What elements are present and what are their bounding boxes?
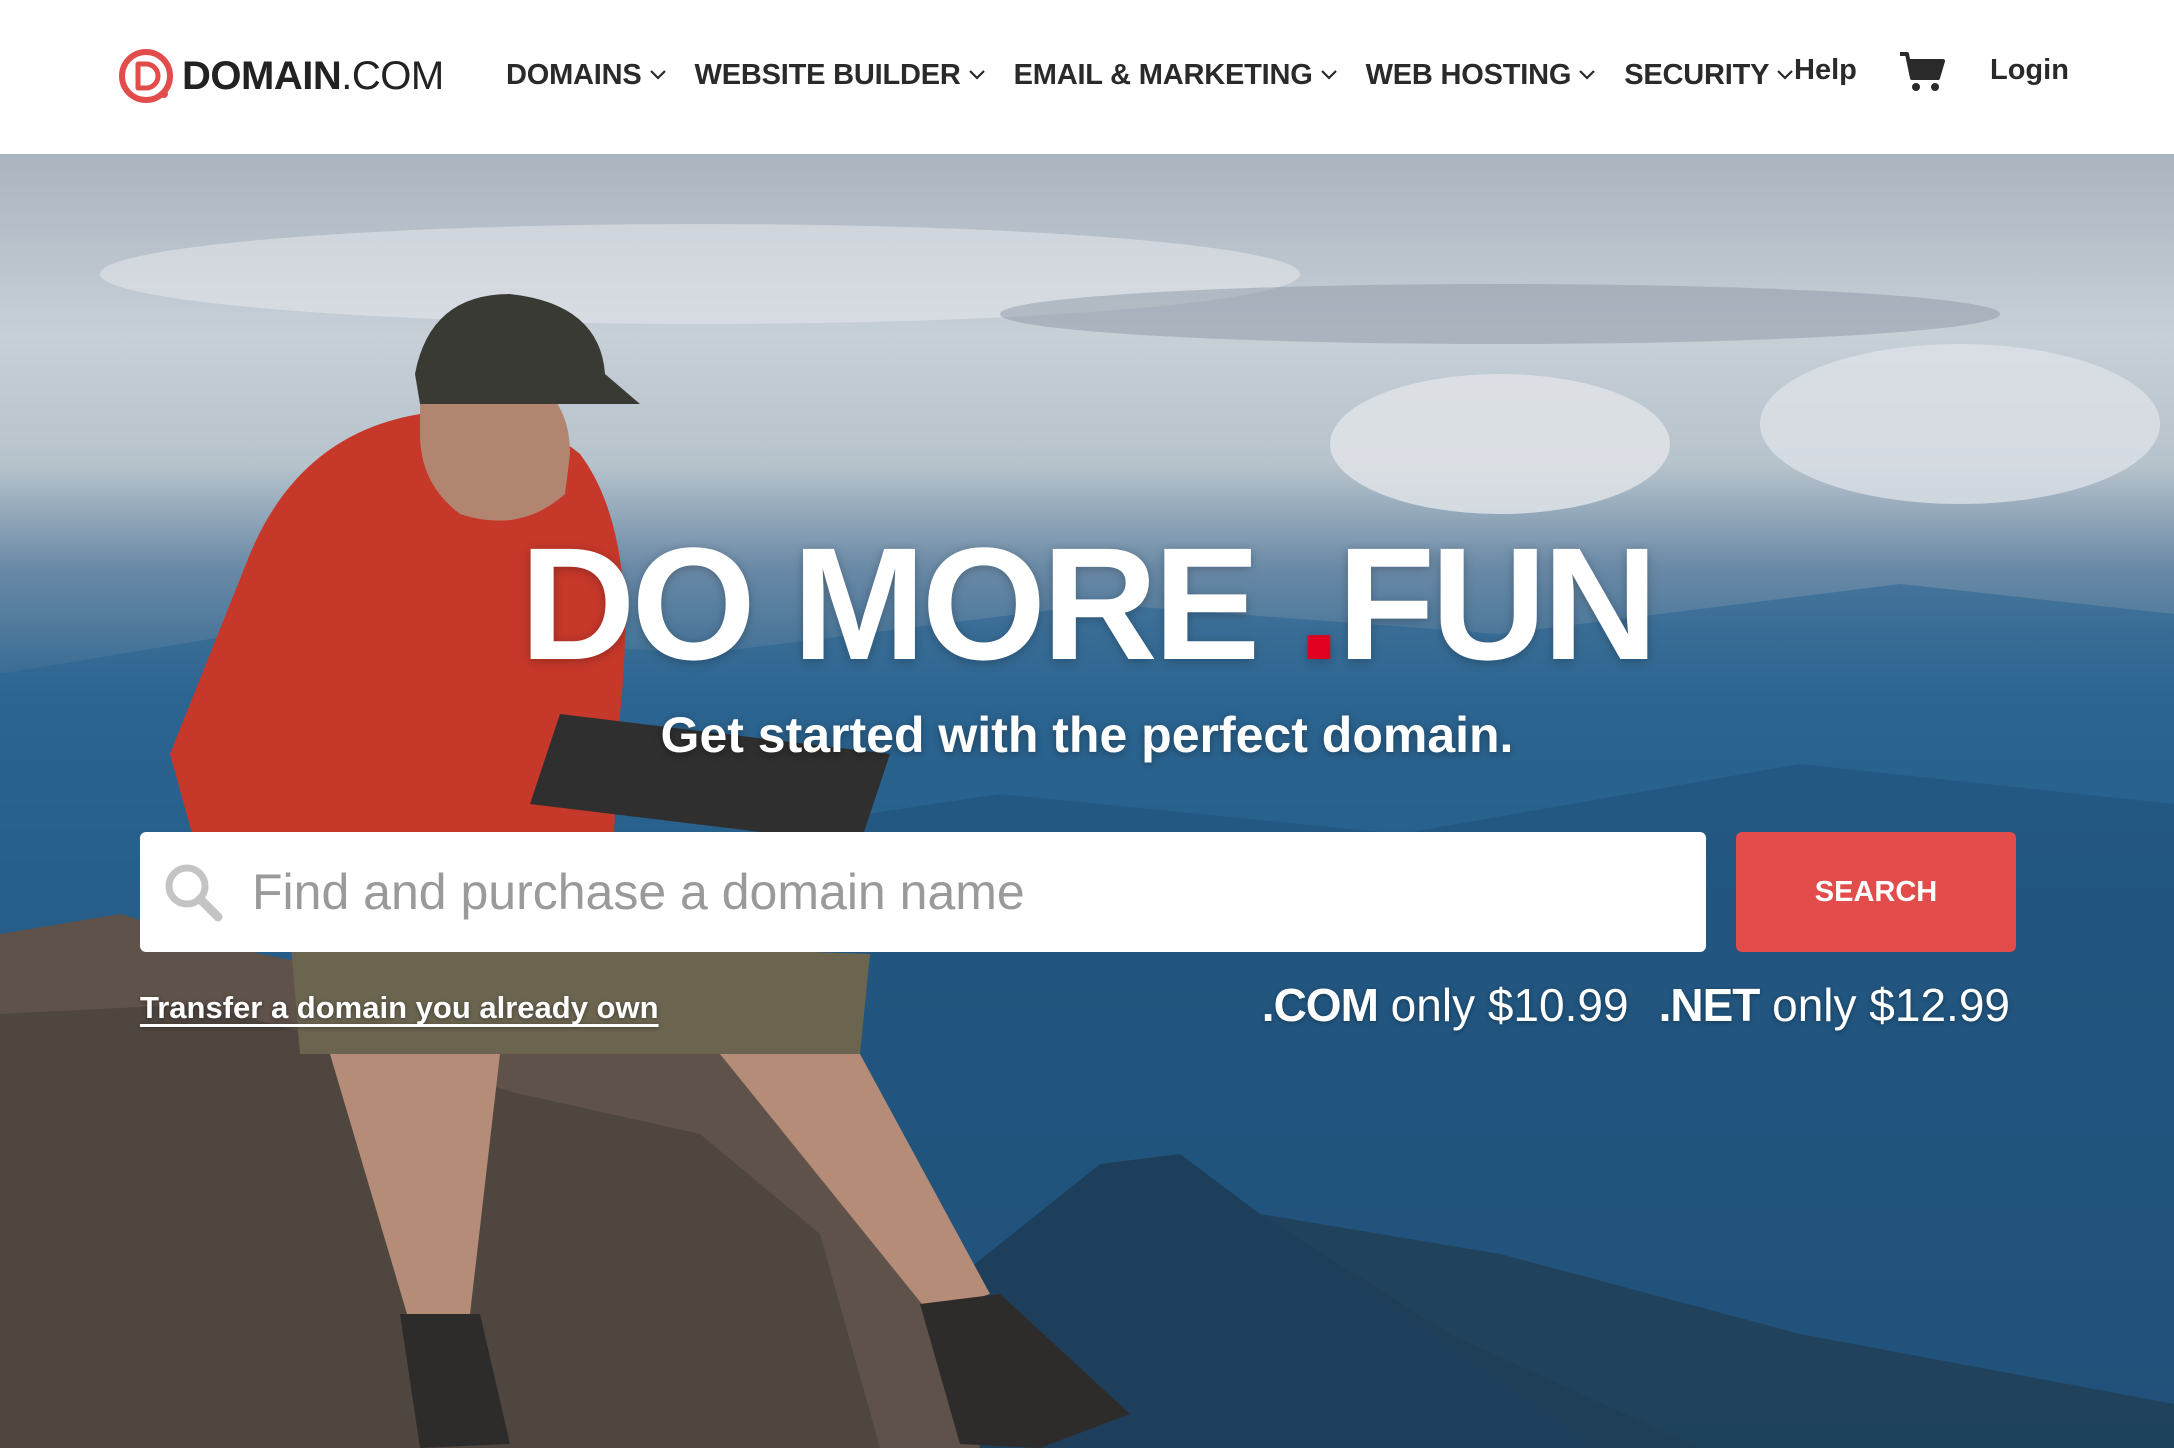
chevron-down-icon [968, 70, 985, 80]
domain-search-input[interactable] [252, 832, 1706, 952]
price-com-tld: .COM [1261, 979, 1379, 1031]
help-link[interactable]: Help [1794, 54, 1857, 87]
tld-prices: .COM only $10.99 .NET only $12.99 [1262, 978, 2010, 1032]
nav-email-marketing[interactable]: EMAIL & MARKETING [1014, 59, 1338, 92]
price-net-text: only $12.99 [1759, 979, 2010, 1031]
logo-wordmark-light: .COM [341, 53, 444, 98]
login-link[interactable]: Login [1990, 54, 2069, 87]
nav-email-marketing-label: EMAIL & MARKETING [1013, 58, 1313, 91]
price-com: .COM only $10.99 [1262, 979, 1629, 1031]
search-button[interactable]: SEARCH [1736, 832, 2016, 952]
price-net-tld: .NET [1658, 979, 1761, 1031]
nav-website-builder[interactable]: WEBSITE BUILDER [695, 59, 986, 92]
chevron-down-icon [649, 70, 666, 80]
price-com-text: only $10.99 [1377, 979, 1629, 1031]
headline-red-dot: . [1296, 514, 1341, 693]
domain-com-logo[interactable]: DOMAIN.COM [118, 44, 444, 108]
price-net: .NET only $12.99 [1659, 979, 2010, 1031]
hero-background-image [0, 224, 2174, 1448]
hero-banner: DO MORE .FUN Get started with the perfec… [0, 154, 2174, 1448]
nav-website-builder-label: WEBSITE BUILDER [694, 58, 961, 91]
hero-headline: DO MORE .FUN [0, 524, 2174, 684]
cart-icon[interactable] [1898, 50, 1946, 94]
nav-security-label: SECURITY [1624, 58, 1770, 91]
logo-wordmark-strong: DOMAIN [182, 53, 342, 98]
headline-text-part1: DO MORE [519, 514, 1297, 693]
nav-web-hosting-label: WEB HOSTING [1365, 58, 1572, 91]
chevron-down-icon [1777, 70, 1794, 80]
nav-domains-label: DOMAINS [506, 58, 642, 91]
headline-text-part2: FUN [1337, 514, 1658, 693]
search-icon [165, 864, 223, 922]
chevron-down-icon [1320, 70, 1337, 80]
main-nav: DOMAINS WEBSITE BUILDER EMAIL & MARKETIN… [506, 50, 1822, 100]
hero-subheadline: Get started with the perfect domain. [660, 707, 1514, 763]
nav-security[interactable]: SECURITY [1624, 59, 1794, 92]
domain-search-box [140, 832, 1706, 952]
logo-d-icon [119, 49, 173, 103]
logo-wordmark: DOMAIN.COM [182, 54, 444, 99]
transfer-domain-link[interactable]: Transfer a domain you already own [140, 990, 659, 1026]
chevron-down-icon [1579, 70, 1595, 80]
site-header: DOMAIN.COM DOMAINS WEBSITE BUILDER EMAIL… [0, 0, 2174, 154]
nav-domains[interactable]: DOMAINS [506, 59, 667, 92]
nav-web-hosting[interactable]: WEB HOSTING [1366, 59, 1597, 92]
